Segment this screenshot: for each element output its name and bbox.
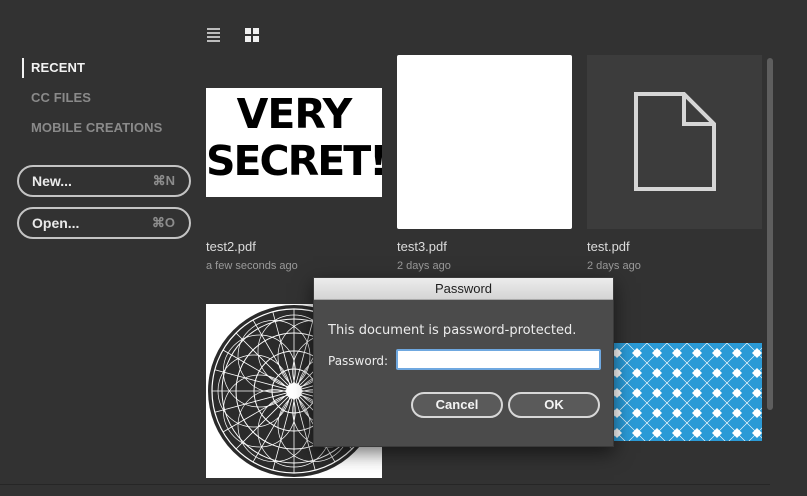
dialog-title: Password — [314, 278, 613, 300]
bottom-divider — [0, 484, 770, 485]
new-button-label: New... — [32, 173, 72, 189]
nav-item-recent[interactable]: RECENT — [22, 58, 162, 78]
document-icon — [634, 92, 716, 191]
new-button[interactable]: New... ⌘N — [17, 165, 191, 197]
dialog-message: This document is password-protected. — [328, 323, 577, 338]
vertical-scrollbar[interactable] — [767, 58, 773, 410]
open-button-label: Open... — [32, 215, 80, 231]
cancel-button[interactable]: Cancel — [411, 392, 503, 418]
thumb-text-line-1: VERY — [236, 90, 353, 138]
list-view-button[interactable] — [205, 26, 223, 42]
ok-button[interactable]: OK — [508, 392, 600, 418]
list-icon — [207, 28, 220, 42]
file-thumbnail — [587, 55, 762, 229]
grid-icon — [245, 28, 259, 42]
thumb-text-line-2: SECRET! — [206, 137, 382, 185]
password-label: Password: — [328, 354, 389, 368]
nav-item-cc-files[interactable]: CC FILES — [22, 88, 162, 118]
nav-item-mobile-creations[interactable]: MOBILE CREATIONS — [22, 118, 162, 148]
file-thumbnail — [397, 55, 572, 229]
file-date: 2 days ago — [587, 260, 641, 272]
file-thumbnail: VERY SECRET! — [206, 88, 382, 197]
file-date: 2 days ago — [397, 260, 451, 272]
new-shortcut: ⌘N — [152, 173, 175, 188]
file-name: test3.pdf — [397, 239, 447, 254]
open-button[interactable]: Open... ⌘O — [17, 207, 191, 239]
sidebar-nav: RECENT CC FILES MOBILE CREATIONS — [22, 58, 162, 148]
file-name: test.pdf — [587, 239, 630, 254]
file-name: test2.pdf — [206, 239, 256, 254]
grid-view-button[interactable] — [243, 26, 261, 42]
file-date: a few seconds ago — [206, 260, 298, 272]
open-shortcut: ⌘O — [151, 215, 175, 230]
password-dialog: Password This document is password-prote… — [313, 277, 614, 447]
password-field[interactable] — [396, 349, 601, 370]
